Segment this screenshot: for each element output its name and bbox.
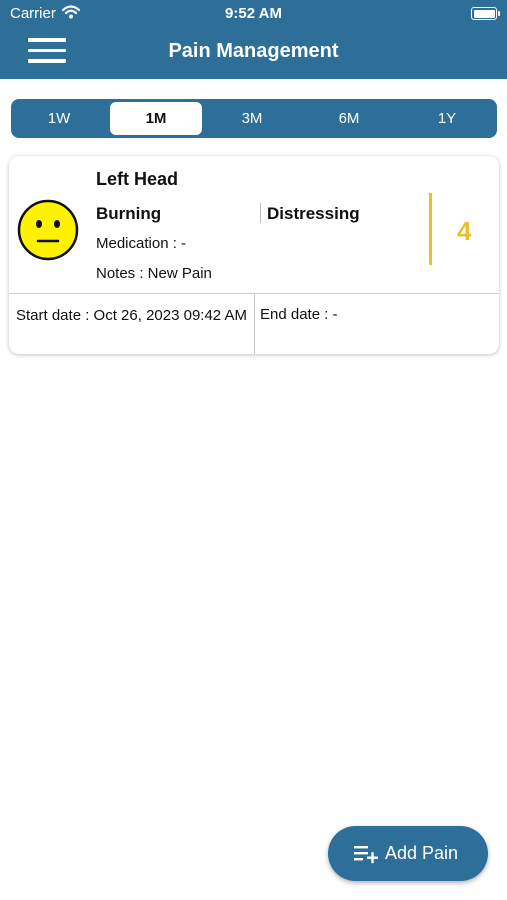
divider — [260, 203, 261, 223]
battery-icon — [471, 7, 500, 20]
pain-type: Burning — [96, 204, 162, 223]
pain-location: Left Head — [96, 169, 179, 189]
pain-score: 4 — [457, 216, 472, 246]
tab-1w[interactable]: 1W — [13, 102, 105, 135]
status-time: 9:52 AM — [225, 5, 282, 22]
divider — [254, 293, 255, 354]
tab-6m[interactable]: 6M — [303, 102, 395, 135]
notes-text: Notes : New Pain — [96, 265, 212, 282]
pain-entry-card[interactable]: Left Head Burning Distressing Medication… — [9, 156, 499, 354]
severity-label: Distressing — [267, 204, 360, 223]
add-list-icon — [354, 843, 380, 865]
tab-3m[interactable]: 3M — [206, 102, 298, 135]
tab-1m[interactable]: 1M — [110, 102, 202, 135]
neutral-face-icon — [17, 199, 79, 261]
top-bar: Carrier 9:52 AM Pain Management — [0, 0, 507, 79]
tab-1y[interactable]: 1Y — [401, 102, 493, 135]
page-title: Pain Management — [168, 40, 339, 62]
medication-text: Medication : - — [96, 235, 187, 252]
end-date: End date : - — [260, 306, 338, 323]
add-pain-button[interactable]: Add Pain — [328, 826, 488, 881]
start-date: Start date : Oct 26, 2023 09:42 AM — [16, 307, 247, 324]
status-bar: Carrier 9:52 AM — [0, 0, 507, 28]
severity-bar — [429, 193, 432, 265]
add-pain-label: Add Pain — [385, 843, 459, 863]
time-range-selector: 1W 1M 3M 6M 1Y — [11, 99, 497, 138]
